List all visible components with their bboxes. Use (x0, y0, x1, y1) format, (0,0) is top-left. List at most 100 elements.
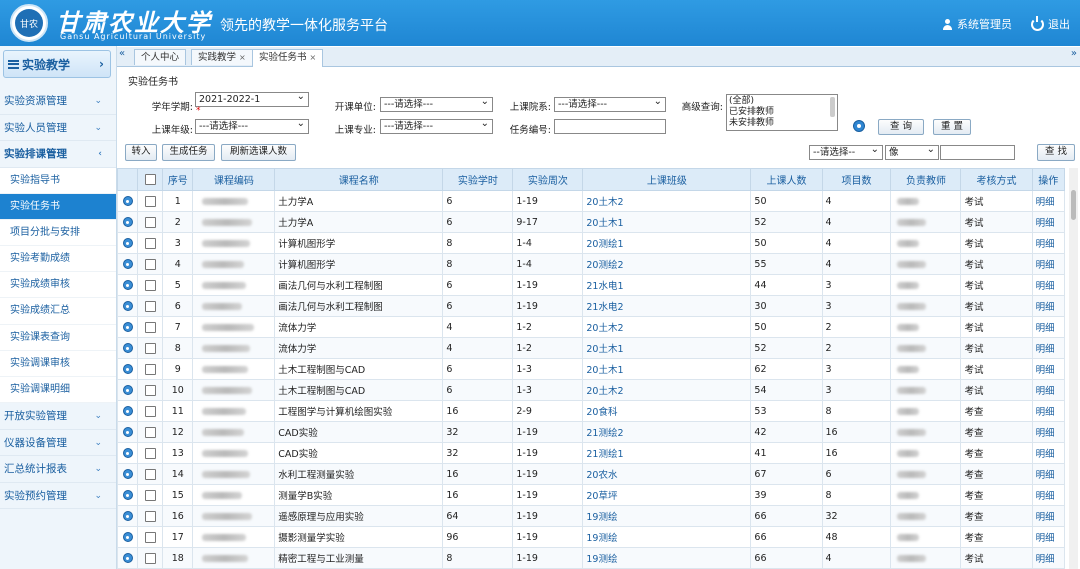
grade-select[interactable]: ---请选择--- (195, 117, 309, 134)
row-expand-cell[interactable] (117, 400, 139, 422)
import-button[interactable]: 转入 (125, 144, 157, 161)
row-checkbox[interactable] (144, 237, 156, 249)
class-cell[interactable]: 19测绘 (582, 505, 752, 527)
row-checkbox[interactable] (144, 510, 156, 522)
detail-link[interactable]: 明细 (1031, 337, 1066, 359)
refresh-enrollment-button[interactable]: 刷新选课人数 (221, 144, 296, 161)
row-expand-cell[interactable] (117, 316, 139, 338)
expand-row-icon[interactable] (122, 238, 133, 248)
expand-row-icon[interactable] (122, 511, 133, 521)
sidebar-sub-grade-review[interactable]: 实验成绩审核 (0, 272, 116, 299)
expand-row-icon[interactable] (122, 490, 133, 500)
row-checkbox-cell[interactable] (137, 295, 164, 317)
row-expand-cell[interactable] (117, 379, 139, 401)
row-checkbox-cell[interactable] (137, 463, 164, 485)
expand-row-icon[interactable] (122, 280, 133, 290)
class-cell[interactable]: 20土木1 (582, 337, 752, 359)
detail-link[interactable]: 明细 (1031, 274, 1066, 296)
row-checkbox-cell[interactable] (137, 253, 164, 275)
class-cell[interactable]: 21水电2 (582, 295, 752, 317)
close-icon[interactable]: × (239, 53, 246, 62)
module-switcher[interactable]: 实验教学 › (3, 50, 111, 78)
table-scrollbar[interactable] (1069, 168, 1078, 569)
class-cell[interactable]: 20农水 (582, 463, 752, 485)
row-checkbox-cell[interactable] (137, 421, 164, 443)
table-row[interactable]: 15 测量学B实验 16 1-19 20草坪 39 8 考查 明细 (117, 484, 1066, 506)
row-expand-cell[interactable] (117, 274, 139, 296)
detail-link[interactable]: 明细 (1031, 211, 1066, 233)
match-mode-select[interactable]: 像 (885, 143, 939, 160)
tab-scroll-right-icon[interactable]: » (1071, 48, 1077, 59)
row-expand-cell[interactable] (117, 421, 139, 443)
row-checkbox[interactable] (144, 405, 156, 417)
class-cell[interactable]: 20土木1 (582, 358, 752, 380)
expand-query-icon[interactable] (853, 120, 865, 132)
expand-row-icon[interactable] (122, 322, 133, 332)
detail-link[interactable]: 明细 (1031, 190, 1066, 212)
expand-row-icon[interactable] (122, 553, 133, 563)
detail-link[interactable]: 明细 (1031, 442, 1066, 464)
sidebar-item-equipment[interactable]: 仪器设备管理 ⌄ (0, 430, 116, 457)
row-checkbox[interactable] (144, 342, 156, 354)
table-row[interactable]: 6 画法几何与水利工程制图 6 1-19 21水电2 30 3 考试 明细 (117, 295, 1066, 317)
row-expand-cell[interactable] (117, 295, 139, 317)
row-expand-cell[interactable] (117, 211, 139, 233)
listbox-option[interactable]: 已安排教师 (729, 107, 835, 118)
table-row[interactable]: 11 工程图学与计算机绘图实验 16 2-9 20食科 53 8 考查 明细 (117, 400, 1066, 422)
sidebar-sub-grade-summary[interactable]: 实验成绩汇总 (0, 298, 116, 325)
row-checkbox-cell[interactable] (137, 484, 164, 506)
row-checkbox[interactable] (144, 195, 156, 207)
table-row[interactable]: 7 流体力学 4 1-2 20土木2 50 2 考试 明细 (117, 316, 1066, 338)
detail-link[interactable]: 明细 (1031, 379, 1066, 401)
unit-select[interactable]: ---请选择--- (380, 95, 493, 112)
major-select[interactable]: ---请选择--- (380, 117, 493, 134)
row-checkbox[interactable] (144, 321, 156, 333)
table-row[interactable]: 8 流体力学 4 1-2 20土木1 52 2 考试 明细 (117, 337, 1066, 359)
detail-link[interactable]: 明细 (1031, 421, 1066, 443)
class-cell[interactable]: 21测绘2 (582, 421, 752, 443)
tab-personal-center[interactable]: 个人中心 (134, 49, 187, 65)
expand-row-icon[interactable] (122, 385, 133, 395)
listbox-option[interactable]: (全部) (729, 96, 835, 107)
detail-link[interactable]: 明细 (1031, 547, 1066, 569)
row-expand-cell[interactable] (117, 526, 139, 548)
row-checkbox[interactable] (144, 258, 156, 270)
row-checkbox-cell[interactable] (137, 379, 164, 401)
expand-row-icon[interactable] (122, 196, 133, 206)
sidebar-item-open-lab[interactable]: 开放实验管理 ⌄ (0, 403, 116, 430)
sidebar-item-personnel[interactable]: 实验人员管理 ⌄ (0, 115, 116, 141)
row-expand-cell[interactable] (117, 337, 139, 359)
expand-row-icon[interactable] (122, 469, 133, 479)
expand-row-icon[interactable] (122, 301, 133, 311)
detail-link[interactable]: 明细 (1031, 316, 1066, 338)
row-expand-cell[interactable] (117, 253, 139, 275)
class-cell[interactable]: 20土木2 (582, 379, 752, 401)
row-expand-cell[interactable] (117, 547, 139, 569)
detail-link[interactable]: 明细 (1031, 505, 1066, 527)
current-user[interactable]: 系统管理员 (942, 16, 1012, 32)
sidebar-sub-guide[interactable]: 实验指导书 (0, 167, 116, 194)
class-cell[interactable]: 21测绘1 (582, 442, 752, 464)
sidebar-sub-batch[interactable]: 项目分批与安排 (0, 219, 116, 247)
table-row[interactable]: 2 土力学A 6 9-17 20土木1 52 4 考试 明细 (117, 211, 1066, 233)
row-checkbox-cell[interactable] (137, 442, 164, 464)
class-cell[interactable]: 20土木1 (582, 211, 752, 233)
sidebar-sub-timetable[interactable]: 实验课表查询 (0, 324, 116, 351)
table-row[interactable]: 1 土力学A 6 1-19 20土木2 50 4 考试 明细 (117, 190, 1066, 212)
listbox-option[interactable]: 未安排教师 (729, 118, 835, 129)
find-button[interactable]: 查 找 (1037, 144, 1075, 161)
detail-link[interactable]: 明细 (1031, 232, 1066, 254)
class-cell[interactable]: 20食科 (582, 400, 752, 422)
tab-task-book[interactable]: 实验任务书 × (252, 49, 324, 67)
row-expand-cell[interactable] (117, 463, 139, 485)
row-expand-cell[interactable] (117, 190, 139, 212)
reset-button[interactable]: 重 置 (933, 119, 971, 135)
table-row[interactable]: 17 摄影测量学实验 96 1-19 19测绘 66 48 考查 明细 (117, 526, 1066, 548)
class-cell[interactable]: 19测绘 (582, 547, 752, 569)
class-cell[interactable]: 20土木2 (582, 190, 752, 212)
sidebar-sub-adjust-detail[interactable]: 实验调课明细 (0, 377, 116, 404)
table-row[interactable]: 10 土木工程制图与CAD 6 1-3 20土木2 54 3 考试 明细 (117, 379, 1066, 401)
row-checkbox-cell[interactable] (137, 358, 164, 380)
row-expand-cell[interactable] (117, 358, 139, 380)
class-cell[interactable]: 20测绘2 (582, 253, 752, 275)
